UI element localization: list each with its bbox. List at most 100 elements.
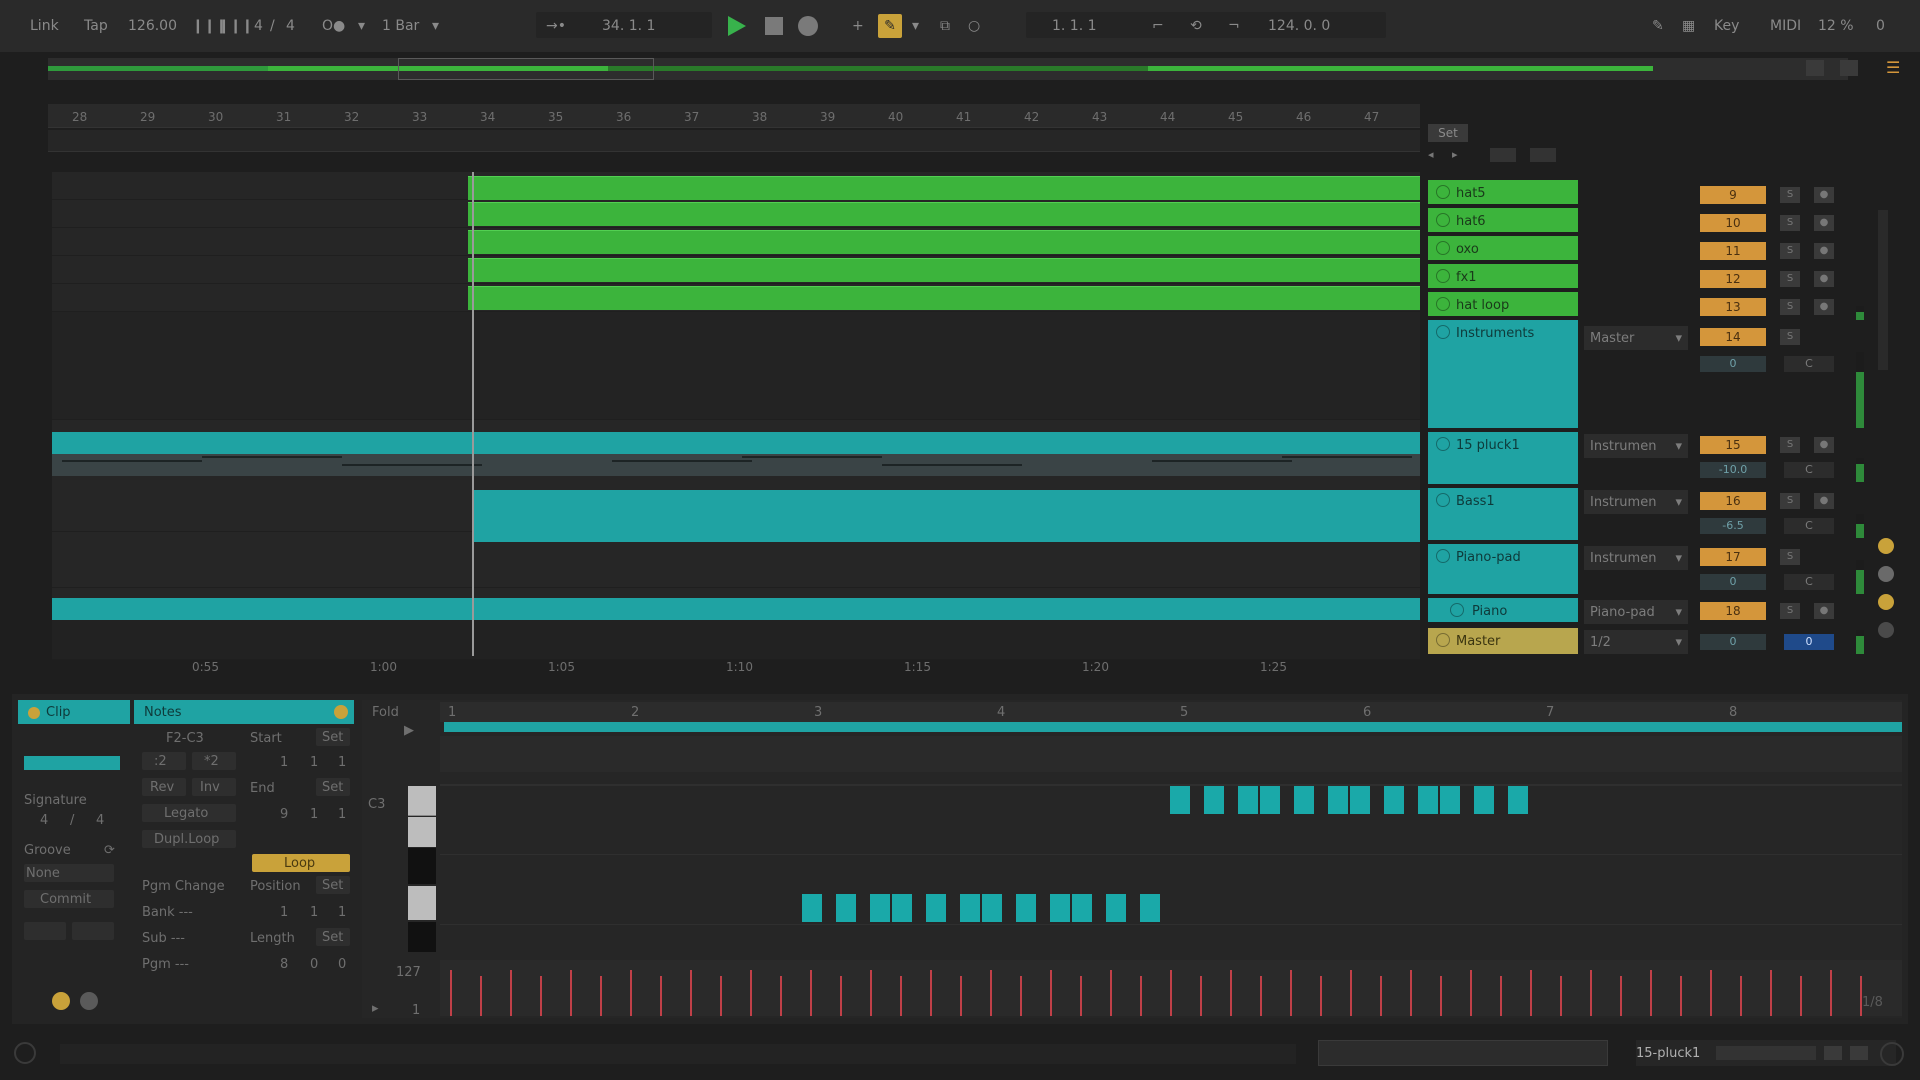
audio-clip-oxo[interactable] bbox=[468, 230, 1420, 254]
solo-button[interactable]: S bbox=[1780, 187, 1800, 203]
velocity-marker[interactable] bbox=[960, 976, 962, 1016]
automation-dropdown-icon[interactable]: ▾ bbox=[912, 17, 919, 35]
velocity-marker[interactable] bbox=[720, 976, 722, 1016]
track-header-bass[interactable]: Bass1 bbox=[1428, 488, 1578, 540]
track-number[interactable]: 11 bbox=[1700, 242, 1766, 260]
notes-tab[interactable]: Notes bbox=[134, 700, 354, 724]
track-number[interactable]: 13 bbox=[1700, 298, 1766, 316]
arm-record-icon[interactable]: ● bbox=[1814, 603, 1834, 619]
clip-bar-ruler[interactable]: 1 2 3 4 5 6 7 8 bbox=[440, 702, 1902, 722]
track-number[interactable]: 18 bbox=[1700, 602, 1766, 620]
velocity-marker[interactable] bbox=[1410, 970, 1412, 1016]
start-beat[interactable]: 1 bbox=[310, 756, 318, 769]
velocity-marker[interactable] bbox=[1470, 970, 1472, 1016]
track-number[interactable]: 16 bbox=[1700, 492, 1766, 510]
length-beat[interactable]: 0 bbox=[310, 958, 318, 971]
track-number[interactable]: 9 bbox=[1700, 186, 1766, 204]
signature-numerator[interactable]: 4 bbox=[254, 17, 263, 35]
punch-in-icon[interactable]: ⌐ bbox=[1152, 17, 1164, 35]
clip-tab[interactable]: Clip bbox=[18, 700, 130, 724]
bank-field[interactable]: Bank --- bbox=[142, 906, 193, 919]
output-routing-select[interactable]: Instrumen ▾ bbox=[1584, 434, 1688, 458]
track-pan[interactable]: C bbox=[1784, 462, 1834, 478]
velocity-marker[interactable] bbox=[450, 970, 452, 1016]
midi-note[interactable] bbox=[1016, 894, 1036, 922]
overview-viewport[interactable] bbox=[398, 58, 654, 80]
notes-options-icon[interactable] bbox=[334, 705, 348, 719]
audio-clip-hat5[interactable] bbox=[468, 176, 1420, 200]
midi-note[interactable] bbox=[892, 894, 912, 922]
group-fold-icon[interactable] bbox=[1436, 325, 1450, 339]
track-name[interactable]: Piano-pad bbox=[1456, 550, 1521, 565]
velocity-marker[interactable] bbox=[1740, 976, 1742, 1016]
double-button[interactable]: *2 bbox=[192, 752, 236, 770]
midi-note[interactable] bbox=[1384, 786, 1404, 814]
reverse-button[interactable]: Rev bbox=[142, 778, 186, 796]
split-view-icon[interactable] bbox=[1490, 148, 1516, 162]
loop-switch-icon[interactable]: ⟲ bbox=[1190, 17, 1202, 35]
midi-note[interactable] bbox=[1508, 786, 1528, 814]
track-name[interactable]: fx1 bbox=[1456, 270, 1477, 285]
velocity-marker[interactable] bbox=[750, 970, 752, 1016]
velocity-marker[interactable] bbox=[1350, 970, 1352, 1016]
play-icon[interactable] bbox=[728, 16, 746, 36]
master-pan[interactable]: 0 bbox=[1784, 634, 1834, 650]
midi-note[interactable] bbox=[1050, 894, 1070, 922]
collapse-icon[interactable] bbox=[1530, 148, 1556, 162]
arrangement-position[interactable]: 34. 1. 1 bbox=[602, 17, 655, 35]
midi-note[interactable] bbox=[1072, 894, 1092, 922]
tap-button[interactable]: Tap bbox=[84, 17, 108, 35]
solo-button[interactable]: S bbox=[1780, 299, 1800, 315]
info-view-toggle-icon[interactable] bbox=[14, 1042, 36, 1064]
clip-signature-denominator[interactable]: 4 bbox=[96, 814, 104, 827]
session-record-icon[interactable]: ○ bbox=[968, 17, 980, 35]
track-pan[interactable]: C bbox=[1784, 574, 1834, 590]
solo-button[interactable]: S bbox=[1780, 603, 1800, 619]
track-view-icon[interactable] bbox=[1824, 1046, 1842, 1060]
track-activator-icon[interactable] bbox=[1436, 241, 1450, 255]
velocity-marker[interactable] bbox=[630, 970, 632, 1016]
quantize-select[interactable]: 1 Bar bbox=[382, 17, 419, 35]
track-header-oxo[interactable]: oxo bbox=[1428, 236, 1578, 260]
track-number[interactable]: 15 bbox=[1700, 436, 1766, 454]
start-sixteenth[interactable]: 1 bbox=[338, 756, 346, 769]
sub-bank-field[interactable]: Sub --- bbox=[142, 932, 185, 945]
start-bar[interactable]: 1 bbox=[280, 756, 288, 769]
end-beat[interactable]: 1 bbox=[310, 808, 318, 821]
selected-track-box[interactable]: 15-pluck1 bbox=[1636, 1040, 1896, 1066]
track-header-instruments[interactable]: Instruments bbox=[1428, 320, 1578, 428]
track-number[interactable]: 10 bbox=[1700, 214, 1766, 232]
envelope-icon[interactable] bbox=[80, 992, 98, 1010]
midi-note[interactable] bbox=[1260, 786, 1280, 814]
velocity-marker[interactable] bbox=[1650, 970, 1652, 1016]
returns-toggle-icon[interactable] bbox=[1878, 594, 1894, 610]
track-header-piano[interactable]: Piano bbox=[1428, 598, 1578, 622]
horizontal-scrollbar[interactable] bbox=[1318, 1040, 1608, 1066]
track-name[interactable]: Bass1 bbox=[1456, 494, 1495, 509]
white-key[interactable] bbox=[408, 786, 436, 816]
track-name[interactable]: 15 pluck1 bbox=[1456, 438, 1520, 453]
velocity-marker[interactable] bbox=[1440, 976, 1442, 1016]
capture-icon[interactable]: ⧉ bbox=[940, 17, 950, 35]
master-lane[interactable] bbox=[52, 616, 1420, 660]
velocity-marker[interactable] bbox=[1050, 970, 1052, 1016]
velocity-marker[interactable] bbox=[1230, 970, 1232, 1016]
groove-sub-button[interactable] bbox=[24, 922, 66, 940]
next-locator-icon[interactable]: ▸ bbox=[1452, 148, 1468, 162]
velocity-marker[interactable] bbox=[1080, 976, 1082, 1016]
track-volume[interactable]: 0 bbox=[1700, 574, 1766, 590]
punch-out-icon[interactable]: ¬ bbox=[1228, 17, 1240, 35]
white-key[interactable] bbox=[408, 886, 436, 920]
position-sixteenth[interactable]: 1 bbox=[338, 906, 346, 919]
black-key[interactable] bbox=[408, 922, 436, 952]
midi-clip-pluck-notes[interactable] bbox=[52, 454, 1420, 476]
midi-note[interactable] bbox=[1328, 786, 1348, 814]
velocity-marker[interactable] bbox=[810, 970, 812, 1016]
quantize-dropdown-icon[interactable]: ▾ bbox=[432, 17, 439, 35]
vertical-scrollbar[interactable] bbox=[1878, 210, 1888, 370]
track-activator-icon[interactable] bbox=[1436, 185, 1450, 199]
velocity-marker[interactable] bbox=[510, 970, 512, 1016]
midi-note[interactable] bbox=[1140, 894, 1160, 922]
velocity-marker[interactable] bbox=[1290, 970, 1292, 1016]
signature-denominator[interactable]: 4 bbox=[286, 17, 295, 35]
